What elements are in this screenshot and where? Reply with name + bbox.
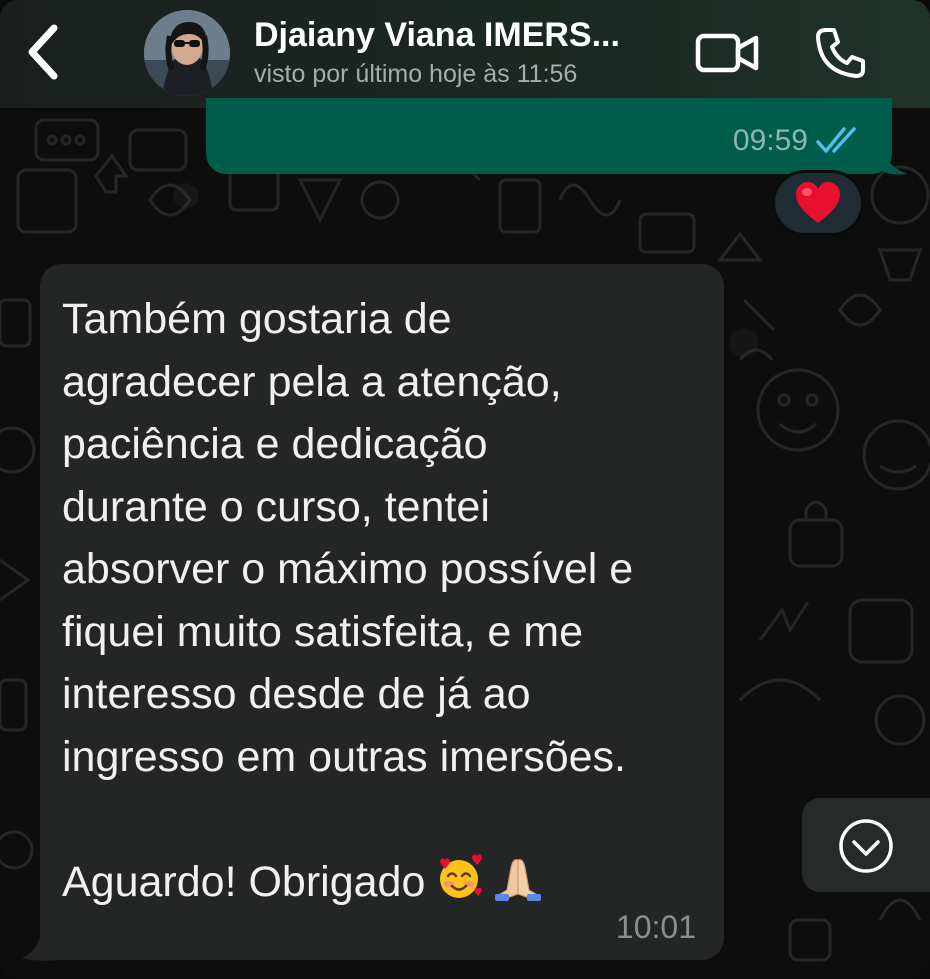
last-seen-status: visto por último hoje às 11:56 (254, 60, 578, 88)
message-line: paciência e dedicação (62, 420, 488, 468)
contact-avatar-image (144, 10, 230, 96)
back-button[interactable] (22, 22, 66, 82)
message-line: agradecer pela a atenção, (62, 357, 562, 406)
chevron-left-icon (28, 24, 58, 80)
incoming-message-time: 10:01 (615, 909, 696, 945)
message-closing-line: Aguardo! Obrigado (62, 851, 712, 914)
outgoing-message-time: 09:59 (732, 124, 808, 157)
avatar[interactable] (144, 10, 230, 96)
scroll-to-bottom-button[interactable] (802, 798, 930, 892)
incoming-message-text: Também gostaria de agradecer pela a aten… (62, 288, 712, 913)
message-closing-text: Aguardo! Obrigado (62, 857, 426, 906)
message-line: fiquei muito satisfeita, e me (62, 607, 584, 656)
red-heart-icon (796, 182, 840, 223)
outgoing-message-meta: 09:59 (733, 124, 866, 158)
message-line: Também gostaria de (62, 295, 452, 343)
smiling-face-with-hearts-icon (440, 853, 483, 898)
double-check-read-icon (816, 127, 856, 153)
voice-call-button[interactable] (814, 26, 866, 80)
incoming-message-bubble[interactable]: Também gostaria de agradecer pela a aten… (40, 264, 724, 960)
message-line: durante o curso, tentei (62, 482, 490, 531)
outgoing-bubble-tail (880, 146, 908, 175)
chat-header: Djaiany Viana IMERS... visto por último … (0, 0, 930, 108)
phone-icon (816, 28, 865, 78)
message-line: ingresso em outras imersões. (62, 732, 626, 781)
message-line: absorver o máximo possível e (62, 545, 634, 593)
contact-name[interactable]: Djaiany Viana IMERS... (254, 16, 674, 55)
video-call-button[interactable] (694, 28, 760, 78)
message-line: interesso desde de já ao (62, 670, 531, 718)
outgoing-message-bubble[interactable]: 09:59 (206, 98, 892, 174)
message-reaction[interactable] (772, 170, 864, 236)
chat-screen: Djaiany Viana IMERS... visto por último … (0, 0, 930, 979)
video-camera-icon (695, 33, 759, 73)
folded-hands-icon (495, 858, 542, 901)
chevron-down-circle-icon (839, 819, 893, 873)
